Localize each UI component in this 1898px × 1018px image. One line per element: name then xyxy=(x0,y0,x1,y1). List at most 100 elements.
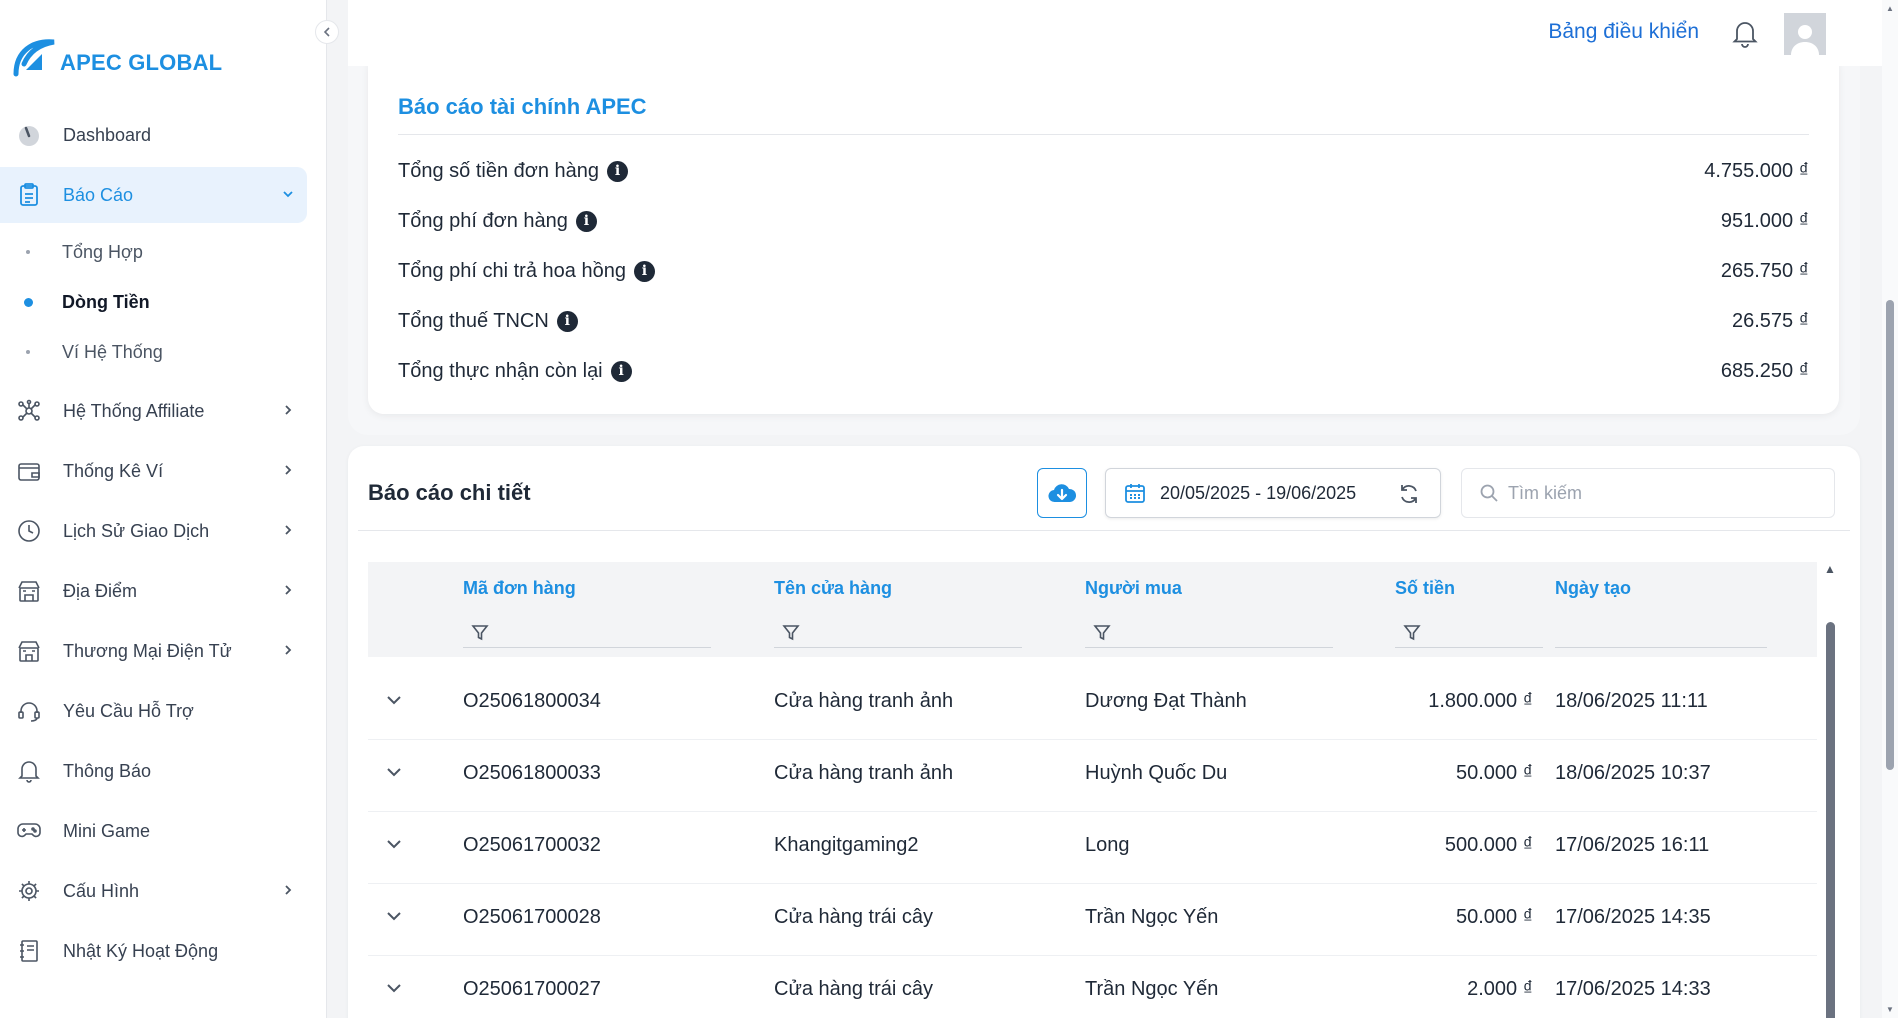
notification-bell-icon[interactable] xyxy=(1731,18,1759,48)
sidebar-item-label: Thống Kê Ví xyxy=(63,460,164,481)
search-box[interactable] xyxy=(1461,468,1835,518)
info-icon[interactable]: i xyxy=(575,210,597,232)
sidebar-item-thuong-mai-dien-tu[interactable]: Thương Mại Điện Tử xyxy=(0,623,307,679)
sidebar-item-nhat-ky-hoat-dong[interactable]: Nhật Ký Hoạt Động xyxy=(0,923,307,979)
shop-icon xyxy=(16,638,42,664)
chevron-down-icon[interactable] xyxy=(384,978,404,998)
column-filter[interactable] xyxy=(463,618,711,648)
table-header: Mã đơn hàng Tên cửa hàng Người mua Số ti… xyxy=(368,562,1817,657)
page-scrollbar[interactable]: ▲ ▼ xyxy=(1882,0,1898,1018)
sidebar-item-mini-game[interactable]: Mini Game xyxy=(0,803,307,859)
column-header-ngay-tao[interactable]: Ngày tạo xyxy=(1555,578,1631,599)
cell-amount: 50.000 ₫ xyxy=(1456,762,1533,784)
chevron-right-icon xyxy=(281,881,295,902)
sidebar-item-he-thong-affiliate[interactable]: Hệ Thống Affiliate xyxy=(0,383,307,439)
info-icon[interactable]: i xyxy=(610,360,632,382)
sidebar-item-dia-diem[interactable]: Địa Điểm xyxy=(0,563,307,619)
sidebar-subitem-label: Dòng Tiền xyxy=(62,291,150,312)
summary-label: Tổng phí chi trả hoa hồng xyxy=(398,259,626,282)
summary-row: Tổng thực nhận còn lại i 685.250 ₫ xyxy=(398,356,1809,386)
download-button[interactable] xyxy=(1037,468,1087,518)
sidebar-item-thong-ke-vi[interactable]: Thống Kê Ví xyxy=(0,443,307,499)
gauge-icon xyxy=(16,122,42,148)
sidebar-item-label: Thông Báo xyxy=(63,760,152,781)
date-range-picker[interactable]: 20/05/2025 - 19/06/2025 xyxy=(1105,468,1441,518)
cell-order-id: O25061700027 xyxy=(463,978,601,1000)
cell-created-at: 17/06/2025 14:33 xyxy=(1555,978,1711,1000)
sidebar-collapse-button[interactable] xyxy=(315,20,339,44)
info-icon[interactable]: i xyxy=(556,310,578,332)
scroll-up-arrow-icon[interactable]: ▲ xyxy=(1886,4,1894,13)
brand-logo[interactable]: APEC GLOBAL xyxy=(12,30,222,78)
sidebar-subitem-dong-tien[interactable]: Dòng Tiền xyxy=(0,277,327,327)
cell-created-at: 17/06/2025 14:35 xyxy=(1555,906,1711,928)
search-input[interactable] xyxy=(1508,482,1808,504)
chevron-down-icon xyxy=(281,185,295,206)
cell-created-at: 18/06/2025 10:37 xyxy=(1555,762,1711,784)
chevron-right-icon xyxy=(281,521,295,542)
headset-icon xyxy=(16,698,42,724)
summary-value: 265.750 ₫ xyxy=(1720,259,1809,282)
cell-created-at: 18/06/2025 11:11 xyxy=(1555,690,1708,712)
chevron-down-icon[interactable] xyxy=(384,834,404,854)
summary-label: Tổng số tiền đơn hàng xyxy=(398,159,600,182)
scrollbar-thumb[interactable] xyxy=(1826,622,1835,1018)
table-scrollbar[interactable]: ▲ xyxy=(1823,562,1837,1018)
chevron-down-icon[interactable] xyxy=(384,906,404,926)
scrollbar-thumb[interactable] xyxy=(1886,300,1894,770)
cell-amount: 1.800.000 ₫ xyxy=(1428,690,1533,712)
summary-card: Báo cáo tài chính APEC Tổng số tiền đơn … xyxy=(368,62,1839,414)
date-range-value: 20/05/2025 - 19/06/2025 xyxy=(1160,482,1357,503)
cell-buyer: Trần Ngọc Yến xyxy=(1085,978,1219,1000)
summary-row: Tổng phí đơn hàng i 951.000 ₫ xyxy=(398,206,1809,236)
cell-buyer: Trần Ngọc Yến xyxy=(1085,906,1219,928)
chevron-down-icon[interactable] xyxy=(384,690,404,710)
sidebar-item-dashboard[interactable]: Dashboard xyxy=(0,107,307,163)
summary-value: 4.755.000 ₫ xyxy=(1704,159,1809,182)
cell-store: Cửa hàng tranh ảnh xyxy=(774,690,954,712)
sidebar-item-label: Hệ Thống Affiliate xyxy=(63,400,205,421)
table-row[interactable]: O25061700028 Cửa hàng trái cây Trần Ngọc… xyxy=(368,884,1817,956)
sidebar-item-thong-bao[interactable]: Thông Báo xyxy=(0,743,307,799)
detail-title: Báo cáo chi tiết xyxy=(368,480,531,505)
sidebar-subitem-vi-he-thong[interactable]: Ví Hệ Thống xyxy=(0,327,327,377)
calendar-icon xyxy=(1124,482,1146,504)
summary-label: Tổng thực nhận còn lại xyxy=(398,359,603,382)
column-header-ma-don-hang[interactable]: Mã đơn hàng xyxy=(463,578,576,599)
sidebar-item-label: Yêu Cầu Hỗ Trợ xyxy=(63,700,194,721)
column-header-ten-cua-hang[interactable]: Tên cửa hàng xyxy=(774,578,892,599)
sidebar-item-lich-su-giao-dich[interactable]: Lịch Sử Giao Dịch xyxy=(0,503,307,559)
sidebar-nav: Dashboard Báo Cáo Tổng Hợp Dòng Tiền Ví … xyxy=(0,107,327,983)
bell-icon xyxy=(16,758,42,784)
column-filter[interactable] xyxy=(1085,618,1333,648)
table-row[interactable]: O25061800033 Cửa hàng tranh ảnh Huỳnh Qu… xyxy=(368,740,1817,812)
sidebar-item-bao-cao[interactable]: Báo Cáo xyxy=(0,167,307,223)
column-filter[interactable] xyxy=(1395,618,1543,648)
refresh-icon[interactable] xyxy=(1398,483,1420,505)
column-header-nguoi-mua[interactable]: Người mua xyxy=(1085,578,1182,599)
table-row[interactable]: O25061700027 Cửa hàng trái cây Trần Ngọc… xyxy=(368,956,1817,1018)
bullet-icon xyxy=(24,297,33,307)
sidebar-subitem-label: Tổng Hợp xyxy=(62,241,143,262)
bullet-icon xyxy=(26,250,30,254)
chevron-down-icon[interactable] xyxy=(384,762,404,782)
table-row[interactable]: O25061800034 Cửa hàng tranh ảnh Dương Đạ… xyxy=(368,668,1817,740)
info-icon[interactable]: i xyxy=(633,260,655,282)
column-filter[interactable] xyxy=(774,618,1022,648)
scroll-up-arrow-icon[interactable]: ▲ xyxy=(1824,562,1836,576)
sidebar-subitem-tong-hop[interactable]: Tổng Hợp xyxy=(0,227,327,277)
scroll-down-arrow-icon[interactable]: ▼ xyxy=(1886,1005,1894,1014)
sidebar-item-cau-hinh[interactable]: Cấu Hình xyxy=(0,863,307,919)
summary-row: Tổng phí chi trả hoa hồng i 265.750 ₫ xyxy=(398,256,1809,286)
header-title-link[interactable]: Bảng điều khiển xyxy=(1548,20,1699,44)
table-row[interactable]: O25061700032 Khangitgaming2 Long 500.000… xyxy=(368,812,1817,884)
user-avatar[interactable] xyxy=(1784,13,1826,55)
summary-title: Báo cáo tài chính APEC xyxy=(398,94,647,119)
brand-name: APEC GLOBAL xyxy=(60,50,223,75)
wallet-icon xyxy=(16,458,42,484)
info-icon[interactable]: i xyxy=(607,160,629,182)
column-header-so-tien[interactable]: Số tiền xyxy=(1395,578,1455,599)
sidebar-item-yeu-cau-ho-tro[interactable]: Yêu Cầu Hỗ Trợ xyxy=(0,683,307,739)
summary-row: Tổng số tiền đơn hàng i 4.755.000 ₫ xyxy=(398,156,1809,186)
cell-amount: 2.000 ₫ xyxy=(1467,978,1533,1000)
